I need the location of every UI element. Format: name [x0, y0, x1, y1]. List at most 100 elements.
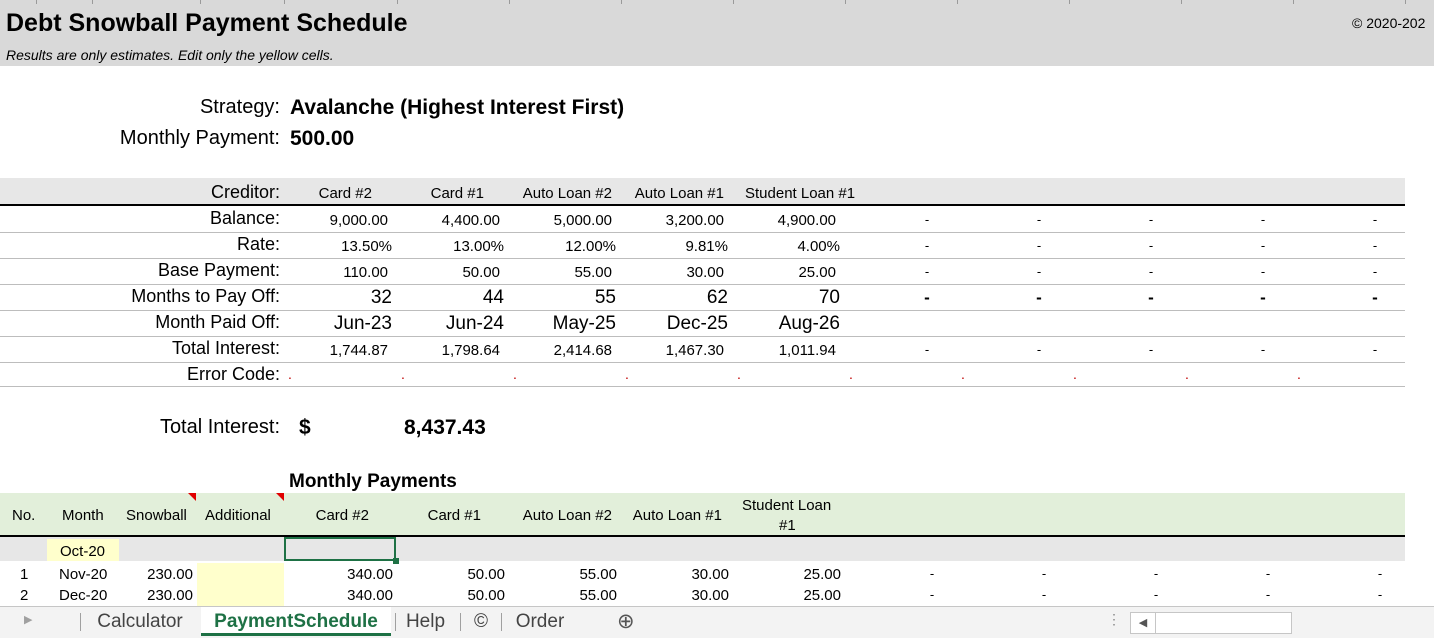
tab-help[interactable]: Help: [398, 607, 453, 636]
start-month-value[interactable]: Oct-20: [60, 543, 105, 560]
tab-order[interactable]: Order: [505, 607, 575, 636]
creditor-row-label: Creditor:: [210, 182, 280, 202]
fill-handle[interactable]: [393, 558, 399, 564]
strategy-value[interactable]: Avalanche (Highest Interest First): [290, 96, 624, 120]
error-code-cell: .: [1073, 366, 1077, 382]
scroll-left-icon[interactable]: ◀: [1130, 612, 1156, 634]
col-header-snowball: Snowball: [126, 507, 187, 524]
additional-input-cell[interactable]: [197, 563, 284, 584]
row-empty-cell: -: [1265, 587, 1271, 602]
row-empty-cell: -: [929, 587, 935, 602]
creditor-header-rule: [0, 204, 1405, 206]
empty-rate-cell: -: [924, 238, 930, 253]
row-payment: 25.00: [803, 587, 841, 604]
balance-cell: 3,200.00: [665, 212, 724, 229]
monthly-payment-value[interactable]: 500.00: [290, 127, 354, 151]
error-code-cell: .: [961, 366, 965, 382]
empty-base-payment-cell: -: [1036, 264, 1042, 279]
creditor-name: Card #2: [318, 185, 372, 202]
row-snowball: 230.00: [147, 587, 193, 604]
error-code-cell: .: [625, 366, 629, 382]
add-sheet-icon[interactable]: ⊕: [617, 609, 635, 634]
error-code-row-label: Error Code:: [186, 364, 280, 384]
total-interest-summary-label: Total Interest:: [159, 416, 280, 438]
empty-total-interest-cell: -: [1148, 342, 1154, 357]
tab-copyright[interactable]: ©: [464, 607, 498, 636]
month-paid-off-cell: Jun-24: [445, 313, 504, 334]
rate-cell: 13.50%: [341, 238, 392, 255]
month-paid-off-row-label: Month Paid Off:: [155, 312, 280, 332]
total-interest-cell: 2,414.68: [553, 342, 612, 359]
split-handle-icon[interactable]: ⋮: [1107, 611, 1121, 628]
strategy-label: Strategy:: [199, 96, 280, 118]
error-code-cell: .: [849, 366, 853, 382]
col-header-student-loan-number: #1: [779, 517, 796, 534]
error-code-cell: .: [288, 366, 292, 382]
empty-base-payment-cell: -: [1148, 264, 1154, 279]
balance-cell: 9,000.00: [329, 212, 388, 229]
row-payment: 50.00: [467, 587, 505, 604]
empty-months-cell: -: [1036, 288, 1042, 307]
start-row-band: [0, 537, 1405, 561]
total-interest-cell: 1,011.94: [778, 342, 836, 359]
sheet-tab-bar: ▶ Calculator PaymentSchedule Help © Orde…: [0, 606, 1434, 638]
empty-rate-cell: -: [1036, 238, 1042, 253]
rate-cell: 9.81%: [685, 238, 728, 255]
error-code-cell: .: [737, 366, 741, 382]
comment-indicator-icon[interactable]: [188, 493, 196, 501]
row-empty-cell: -: [1377, 587, 1383, 602]
empty-total-interest-cell: -: [1260, 342, 1266, 357]
base-payment-row-label: Base Payment:: [157, 260, 280, 280]
base-payment-cell: 30.00: [686, 264, 724, 281]
error-code-cell: .: [513, 366, 517, 382]
row-payment: 55.00: [579, 587, 617, 604]
column-ticks: [0, 0, 1434, 4]
base-payment-cell: 110.00: [343, 264, 388, 281]
comment-indicator-icon[interactable]: [276, 493, 284, 501]
row-payment: 30.00: [691, 566, 729, 583]
horizontal-scrollbar-thumb[interactable]: [1155, 612, 1292, 634]
tab-payment-schedule[interactable]: PaymentSchedule: [201, 607, 391, 636]
months-to-pay-off-cell: 32: [370, 287, 392, 308]
copyright-text: © 2020-202: [1352, 15, 1426, 31]
empty-balance-cell: -: [1036, 212, 1042, 227]
additional-input-cell[interactable]: [197, 584, 284, 606]
balance-cell: 4,400.00: [441, 212, 500, 229]
months-to-pay-off-row-label: Months to Pay Off:: [131, 286, 280, 306]
creditor-name: Auto Loan #2: [522, 185, 612, 202]
month-paid-off-cell: Jun-23: [333, 313, 392, 334]
tab-calculator[interactable]: Calculator: [86, 607, 194, 636]
total-interest-cell: 1,798.64: [441, 342, 500, 359]
monthly-payment-label: Monthly Payment:: [119, 127, 280, 149]
empty-base-payment-cell: -: [1372, 264, 1378, 279]
rate-cell: 13.00%: [453, 238, 504, 255]
row-snowball: 230.00: [147, 566, 193, 583]
total-interest-summary-value: 8,437.43: [404, 416, 486, 439]
selected-cell-outline[interactable]: [284, 537, 396, 561]
empty-rate-cell: -: [1372, 238, 1378, 253]
page-title: Debt Snowball Payment Schedule: [6, 9, 408, 37]
empty-rate-cell: -: [1260, 238, 1266, 253]
row-payment: 25.00: [803, 566, 841, 583]
scroll-tabs-left-icon[interactable]: ▶: [24, 613, 32, 626]
creditor-name: Auto Loan #1: [634, 185, 724, 202]
col-header-creditor: Auto Loan #2: [522, 507, 612, 524]
row-number: 2: [20, 587, 29, 604]
months-to-pay-off-cell: 70: [818, 287, 840, 308]
months-to-pay-off-cell: 44: [482, 287, 504, 308]
empty-balance-cell: -: [924, 212, 930, 227]
error-code-cell: .: [401, 366, 405, 382]
empty-balance-cell: -: [1260, 212, 1266, 227]
creditor-name: Card #1: [430, 185, 484, 202]
row-empty-cell: -: [1265, 566, 1271, 581]
row-payment: 55.00: [579, 566, 617, 583]
empty-months-cell: -: [1372, 288, 1378, 307]
total-interest-cell: 1,467.30: [665, 342, 724, 359]
base-payment-cell: 25.00: [798, 264, 836, 281]
col-header-month: Month: [62, 507, 104, 524]
month-paid-off-cell: Aug-26: [778, 313, 840, 334]
col-header-no: No.: [12, 507, 36, 524]
row-payment: 340.00: [347, 566, 393, 583]
balance-cell: 5,000.00: [553, 212, 612, 229]
rate-cell: 4.00%: [797, 238, 840, 255]
